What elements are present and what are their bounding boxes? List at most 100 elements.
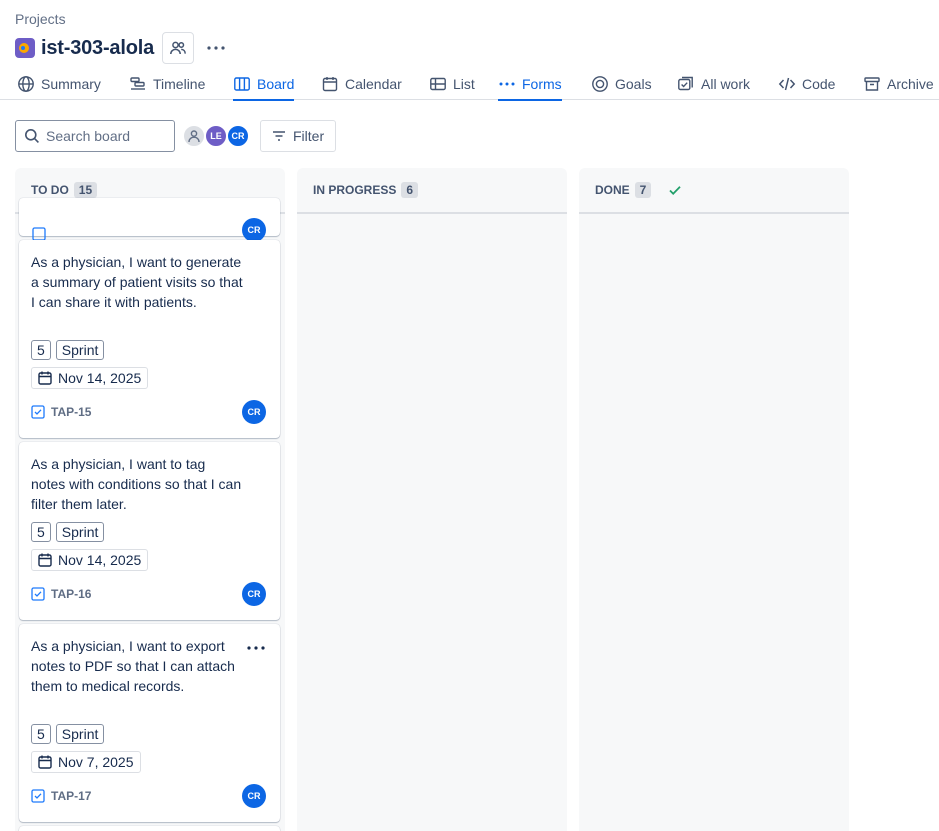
issue-key[interactable]: TAP-16 [51,587,91,601]
code-icon [778,77,796,91]
person-icon [188,130,200,143]
avatar[interactable]: LE [204,124,228,148]
filter-icon [273,131,285,141]
card-chips: 5 Sprint [31,522,109,542]
tab-all-work[interactable]: All work [677,68,750,100]
people-icon [170,41,186,55]
page-title: ist-303-alola [41,36,155,59]
column-done: DONE 7 [579,168,849,831]
card-partial[interactable] [19,826,280,831]
column-header[interactable]: IN PROGRESS 6 [297,168,567,214]
team-button[interactable] [162,32,195,64]
story-points: 5 [31,340,51,360]
filter-label: Filter [293,128,325,144]
story-check-icon [31,587,45,601]
card-summary: As a physician, I want to export notes t… [31,638,235,694]
due-date-text: Nov 7, 2025 [58,754,134,770]
due-date: Nov 14, 2025 [31,367,149,389]
calendar-icon [38,371,52,385]
column-title: DONE [595,183,630,197]
calendar-icon [322,77,338,92]
column-count: 6 [401,182,419,198]
sprint-label: Sprint [55,724,105,744]
tab-label: Board [257,76,295,92]
tab-label: Archive [887,76,934,92]
story-check-icon [32,227,46,241]
column-title: TO DO [31,183,69,197]
tab-label: Forms [522,76,562,92]
column-title: IN PROGRESS [313,183,397,197]
story-check-icon [31,405,45,419]
project-header: ist-303-alola [15,32,232,64]
more-actions-button[interactable] [200,32,232,64]
story-check-icon [31,789,45,803]
column-todo: TO DO 15 CR As a physician, I want to ge… [15,168,285,831]
tab-label: Code [802,76,836,92]
filter-button[interactable]: Filter [260,120,337,152]
tab-label: Calendar [345,76,402,92]
tab-label: List [453,76,475,92]
tab-board[interactable]: Board [233,68,295,101]
avatar-group: LE CR [182,124,250,148]
breadcrumb[interactable]: Projects [15,11,66,27]
tab-label: All work [701,76,751,92]
assignee-avatar[interactable]: CR [242,400,266,424]
card[interactable]: As a physician, I want to generate a sum… [19,240,280,438]
tab-goals[interactable]: Goals [591,68,652,100]
card-footer: TAP-15 CR [31,400,268,424]
tab-label: Goals [615,76,652,92]
due-date: Nov 7, 2025 [31,751,141,773]
column-count: 7 [634,182,652,198]
list-icon [430,77,446,91]
card[interactable]: As a physician, I want to export notes t… [19,624,280,822]
board-icon [234,77,250,91]
due-date: Nov 14, 2025 [31,549,149,571]
card-summary: As a physician, I want to tag notes with… [31,456,242,512]
project-tabs: Summary Timeline Board Calendar List For… [0,68,939,101]
tab-forms[interactable]: Forms [498,68,562,101]
tab-list[interactable]: List [429,68,475,100]
timeline-icon [130,77,145,90]
assignee-avatar[interactable]: CR [242,784,266,808]
board-toolbar: LE CR Filter [15,120,337,152]
archive-icon [864,77,880,91]
search-box[interactable] [15,120,175,152]
all-work-icon [678,76,693,91]
issue-key[interactable]: TAP-17 [51,789,91,803]
unassigned-avatar[interactable] [182,124,206,148]
goal-icon [592,76,608,92]
tab-summary[interactable]: Summary [17,68,101,100]
card-chips: 5 Sprint [31,724,109,744]
check-icon [669,186,682,195]
globe-icon [18,76,34,92]
sprint-label: Sprint [55,340,105,360]
card-chips: 5 Sprint [31,340,109,360]
tab-label: Summary [41,76,101,92]
card-footer: TAP-17 CR [31,784,268,808]
dots-icon [499,82,515,86]
column-header[interactable]: DONE 7 [579,168,849,214]
column-count: 15 [73,182,98,198]
tab-calendar[interactable]: Calendar [321,68,402,100]
assignee-avatar[interactable]: CR [242,582,266,606]
issue-key[interactable]: TAP-15 [51,405,91,419]
card-more-button[interactable] [244,636,268,660]
tab-timeline[interactable]: Timeline [129,68,205,100]
avatar[interactable]: CR [226,124,250,148]
more-icon [247,646,265,650]
more-icon [207,46,225,50]
column-in-progress: IN PROGRESS 6 [297,168,567,831]
tab-code[interactable]: Code [778,68,835,100]
due-date-text: Nov 14, 2025 [58,370,142,386]
card[interactable]: As a physician, I want to tag notes with… [19,442,280,620]
tab-label: Timeline [153,76,206,92]
assignee-avatar[interactable]: CR [242,218,266,242]
card-partial[interactable]: CR [19,198,280,242]
card-footer: TAP-16 CR [31,582,268,606]
calendar-icon [38,553,52,567]
story-points: 5 [31,724,51,744]
calendar-icon [38,755,52,769]
tab-archive[interactable]: Archive [863,68,934,100]
due-date-text: Nov 14, 2025 [58,552,142,568]
search-input[interactable] [46,128,166,144]
